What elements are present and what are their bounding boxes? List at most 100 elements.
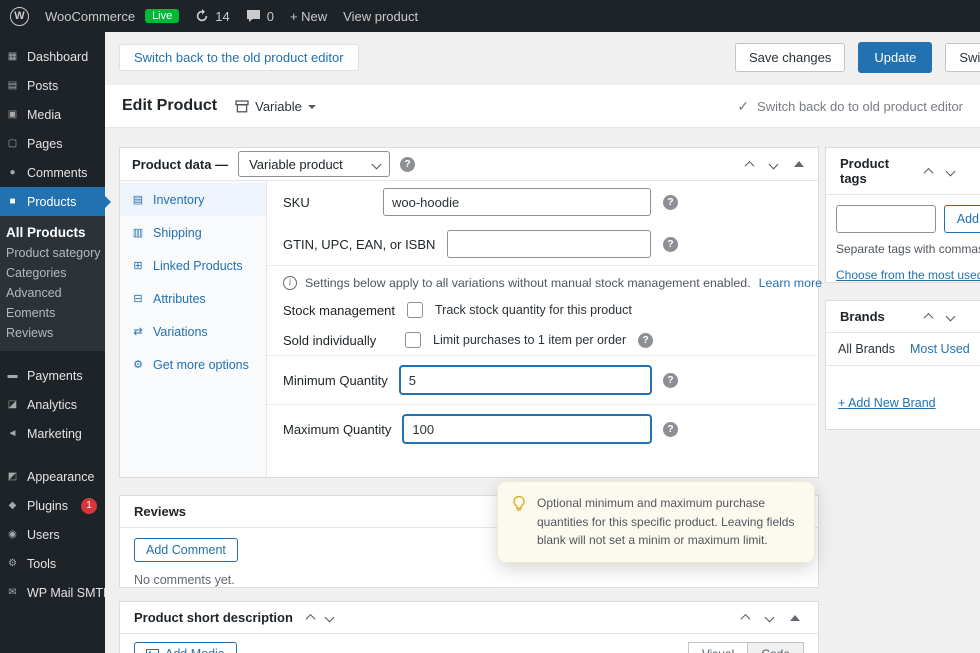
move-up-icon[interactable] [305, 613, 316, 624]
sidebar-item-wp-mail-smtp[interactable]: ✉ WP Mail SMTP [0, 578, 105, 607]
sold-individually-checkbox[interactable] [405, 332, 421, 348]
help-icon[interactable]: ? [638, 332, 654, 348]
move-up-icon[interactable] [744, 160, 755, 171]
help-icon[interactable]: ? [400, 156, 416, 172]
add-media-button[interactable]: Add Media [134, 642, 237, 653]
tab-shipping[interactable]: ▥ Shipping [120, 216, 266, 249]
sidebar-item-appearance[interactable]: ◩ Appearance [0, 462, 105, 491]
product-type-select[interactable]: Variable product [238, 151, 391, 177]
learn-more-link[interactable]: Learn more [759, 276, 822, 290]
move-down-icon[interactable] [768, 159, 779, 169]
move-down-icon[interactable] [945, 311, 956, 322]
sidebar-item-dashboard[interactable]: ▦ Dashboard [0, 42, 105, 71]
submenu-item-product-category[interactable]: Product sategory [0, 243, 105, 263]
maximum-quantity-input[interactable] [403, 415, 651, 443]
submenu-item-reviews[interactable]: Reviews [0, 323, 105, 343]
add-comment-button[interactable]: Add Comment [134, 538, 238, 562]
sidebar-item-label: Products [27, 194, 77, 209]
tab-inventory[interactable]: ▤ Inventory [120, 183, 266, 216]
sidebar-item-products[interactable]: ■ Products [0, 187, 111, 216]
tab-code[interactable]: Code [748, 642, 804, 653]
minimum-quantity-label: Minimum Quantity [283, 372, 388, 388]
site-name-menu[interactable]: WooCommerce Live [45, 8, 180, 24]
sidebar-item-label: Plugins [27, 498, 68, 513]
dashboard-icon: ▦ [7, 51, 18, 62]
tab-variations[interactable]: ⇄ Variations [120, 315, 266, 348]
plugins-icon: ◆ [8, 500, 17, 511]
sku-input[interactable] [383, 188, 651, 216]
help-icon[interactable]: ? [663, 372, 678, 388]
minimum-quantity-input[interactable] [399, 366, 651, 394]
update-button[interactable]: Update [858, 42, 933, 73]
admin-sidebar: ▦ Dashboard ▤ Posts ▣ Media ▢ Pages ● Co… [0, 32, 111, 653]
add-new-brand-link[interactable]: + Add New Brand [826, 366, 980, 418]
submenu-item-advanced[interactable]: Advanced [0, 283, 105, 303]
wp-logo-menu[interactable]: W [10, 6, 29, 26]
move-down-icon[interactable] [324, 612, 335, 623]
comment-bubble-icon: ● [9, 167, 16, 178]
move-up-icon[interactable] [923, 167, 934, 178]
sidebar-item-users[interactable]: ◉ Users [0, 520, 105, 549]
attributes-icon: ⊟ [133, 293, 143, 305]
collapse-toggle-icon[interactable] [790, 614, 800, 621]
move-down-icon[interactable] [945, 166, 956, 176]
sidebar-item-label: Posts [27, 78, 59, 93]
submenu-item-all-products[interactable]: All Products [0, 222, 105, 243]
pages-icon: ▢ [7, 138, 18, 149]
help-icon[interactable]: ? [663, 421, 678, 437]
product-data-panel: Product data — Variable product ? ▤ Inve… [119, 147, 822, 478]
switch-to-draft-button[interactable]: Switch to draft [945, 43, 980, 72]
comments-icon [246, 10, 260, 22]
updates-menu[interactable]: 14 [195, 8, 230, 24]
comments-menu[interactable]: 0 [246, 9, 274, 24]
sidebar-item-tools[interactable]: ⚙ Tools [0, 549, 105, 578]
sidebar-item-plugins[interactable]: ◆ Plugins 1 [0, 491, 105, 520]
add-tag-button[interactable]: Add [943, 205, 980, 233]
comments-count: 0 [266, 8, 274, 24]
short-description-body: Add Media Visual Code [120, 634, 818, 653]
sidebar-item-comments[interactable]: ● Comments [0, 158, 105, 187]
sidebar-item-label: Payments [27, 368, 83, 383]
sidebar-item-label: WP Mail SMTP [27, 585, 105, 600]
move-up-icon[interactable] [923, 312, 934, 323]
sidebar-item-pages[interactable]: ▢ Pages [0, 129, 105, 158]
sidebar-item-marketing[interactable]: ◄ Marketing [0, 419, 105, 448]
sidebar-item-payments[interactable]: ▬ Payments [0, 361, 105, 390]
view-product-menu[interactable]: View product [343, 9, 418, 24]
collapse-toggle-icon[interactable] [794, 161, 804, 167]
most-used-tags-link[interactable]: Choose from the most used tags [826, 259, 980, 291]
tab-linked-products[interactable]: ⊞ Linked Products [120, 249, 266, 282]
submenu-item-categories[interactable]: Categories [0, 263, 105, 283]
help-icon[interactable]: ? [663, 194, 678, 210]
save-changes-button[interactable]: Save changes [735, 43, 846, 72]
track-stock-checkbox[interactable] [407, 302, 424, 318]
submenu-item-eoments[interactable]: Eoments [0, 303, 105, 323]
move-up-icon[interactable] [740, 613, 751, 624]
short-description-title: Product short description [134, 610, 293, 625]
tags-input[interactable] [836, 205, 936, 233]
move-down-icon[interactable] [764, 612, 775, 623]
tag-input-row: Add [826, 195, 980, 239]
new-content-menu[interactable]: + New [290, 9, 327, 24]
site-name: WooCommerce [45, 8, 136, 24]
tab-most-used[interactable]: Most Used [910, 342, 970, 356]
product-tags-title: Product tags [840, 156, 890, 186]
tab-get-more-options[interactable]: ⚙ Get more options [120, 348, 266, 381]
help-icon[interactable]: ? [663, 236, 678, 252]
sidebar-item-label: Pages [27, 136, 63, 151]
sidebar-item-posts[interactable]: ▤ Posts [0, 71, 105, 100]
product-type-selector[interactable]: Variable [235, 99, 316, 114]
header-action-buttons: Save changes Update Switch to draft [735, 42, 980, 73]
inventory-tab-content: SKU ? GTIN, UPC, EAN, or ISBN ? i Settin… [267, 181, 822, 477]
sidebar-item-analytics[interactable]: ◪ Analytics [0, 390, 105, 419]
sidebar-item-media[interactable]: ▣ Media [0, 100, 105, 129]
tab-all-brands[interactable]: All Brands [838, 342, 895, 356]
tab-visual[interactable]: Visual [687, 642, 749, 653]
short-description-panel: Product short description Add Media V [119, 601, 819, 653]
tab-attributes[interactable]: ⊟ Attributes [120, 282, 266, 315]
gtin-input[interactable] [447, 230, 651, 258]
switch-old-editor-button[interactable]: Switch back to the old product editor [119, 44, 359, 71]
updates-count: 14 [215, 8, 230, 24]
switch-back-note[interactable]: ✓ Switch back do to old product editor [737, 98, 963, 115]
plugins-update-badge: 1 [81, 497, 97, 514]
